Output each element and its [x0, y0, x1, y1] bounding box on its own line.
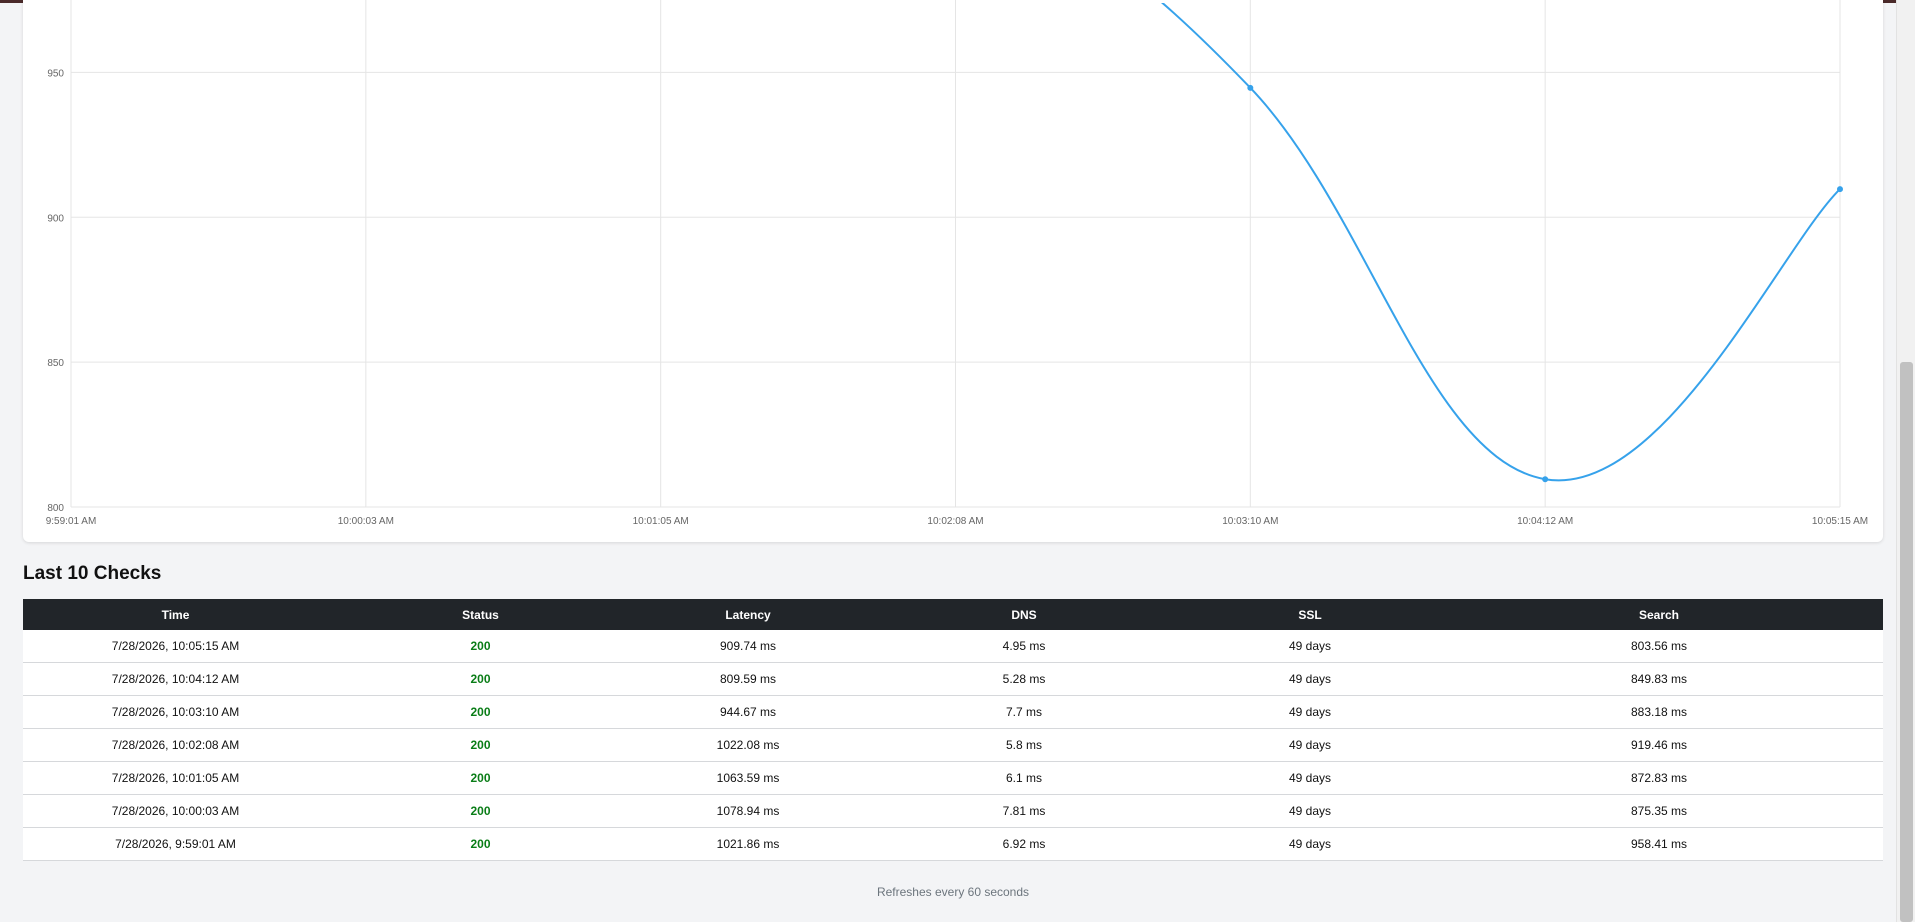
status-cell: 200	[328, 761, 633, 795]
data-point	[1542, 476, 1549, 483]
search-cell: 849.83 ms	[1435, 662, 1883, 696]
dns-cell: 5.28 ms	[863, 662, 1185, 696]
ssl-cell: 49 days	[1185, 662, 1435, 696]
y-tick-label: 800	[47, 503, 64, 514]
dns-cell: 5.8 ms	[863, 728, 1185, 762]
time-cell: 7/28/2026, 10:02:08 AM	[23, 728, 328, 762]
column-header-dns: DNS	[863, 599, 1185, 630]
latency-cell: 1063.59 ms	[633, 761, 863, 795]
y-tick-label: 850	[47, 358, 64, 369]
column-header-status: Status	[328, 599, 633, 630]
column-header-time: Time	[23, 599, 328, 630]
time-cell: 7/28/2026, 10:04:12 AM	[23, 662, 328, 696]
scrollbar-thumb[interactable]	[1900, 362, 1913, 922]
ssl-cell: 49 days	[1185, 761, 1435, 795]
column-header-search: Search	[1435, 599, 1883, 630]
table-header-row: Time Status Latency DNS SSL Search	[23, 599, 1883, 630]
ssl-cell: 49 days	[1185, 827, 1435, 861]
table-row: 7/28/2026, 10:05:15 AM 200 909.74 ms 4.9…	[23, 630, 1883, 663]
status-cell: 200	[328, 827, 633, 861]
status-cell: 200	[328, 695, 633, 729]
search-cell: 958.41 ms	[1435, 827, 1883, 861]
y-tick-label: 900	[47, 213, 64, 224]
column-header-latency: Latency	[633, 599, 863, 630]
time-cell: 7/28/2026, 10:05:15 AM	[23, 630, 328, 663]
dns-cell: 6.92 ms	[863, 827, 1185, 861]
x-tick-label: 10:05:15 AM	[1812, 516, 1868, 527]
latency-chart-card: 9:59:01 AM 10:00:03 AM 10:01:05 AM 10:02:08…	[23, 0, 1883, 542]
latency-cell: 809.59 ms	[633, 662, 863, 696]
latency-line-chart: 9:59:01 AM 10:00:03 AM 10:01:05 AM 10:02:08…	[46, 0, 1868, 527]
x-tick-label: 10:01:05 AM	[633, 516, 689, 527]
latency-cell: 909.74 ms	[633, 630, 863, 663]
data-point	[1837, 186, 1843, 193]
status-cell: 200	[328, 728, 633, 762]
refresh-note: Refreshes every 60 seconds	[876, 885, 1030, 899]
x-tick-label: 10:03:10 AM	[1222, 516, 1278, 527]
status-cell: 200	[328, 630, 633, 663]
y-tick-label: 950	[47, 68, 64, 79]
time-cell: 7/28/2026, 10:00:03 AM	[23, 794, 328, 828]
checks-table: Time Status Latency DNS SSL Search 7/28/…	[23, 599, 1883, 861]
ssl-cell: 49 days	[1185, 728, 1435, 762]
latency-cell: 944.67 ms	[633, 695, 863, 729]
search-cell: 803.56 ms	[1435, 630, 1883, 663]
vertical-scrollbar[interactable]	[1896, 0, 1915, 922]
section-title: Last 10 Checks	[23, 563, 162, 584]
data-point	[1247, 84, 1254, 91]
dns-cell: 7.81 ms	[863, 794, 1185, 828]
dns-cell: 6.1 ms	[863, 761, 1185, 795]
search-cell: 872.83 ms	[1435, 761, 1883, 795]
dns-cell: 4.95 ms	[863, 630, 1185, 663]
search-cell: 919.46 ms	[1435, 728, 1883, 762]
search-cell: 883.18 ms	[1435, 695, 1883, 729]
table-row: 7/28/2026, 10:00:03 AM 200 1078.94 ms 7.…	[23, 794, 1883, 828]
latency-cell: 1021.86 ms	[633, 827, 863, 861]
x-tick-label: 10:02:08 AM	[927, 516, 983, 527]
ssl-cell: 49 days	[1185, 794, 1435, 828]
time-cell: 7/28/2026, 9:59:01 AM	[23, 827, 328, 861]
table-row: 7/28/2026, 10:01:05 AM 200 1063.59 ms 6.…	[23, 761, 1883, 795]
x-tick-label: 10:04:12 AM	[1517, 516, 1573, 527]
search-cell: 875.35 ms	[1435, 794, 1883, 828]
x-tick-label: 9:59:01 AM	[46, 516, 97, 527]
x-tick-label: 10:00:03 AM	[338, 516, 394, 527]
time-cell: 7/28/2026, 10:03:10 AM	[23, 695, 328, 729]
latency-cell: 1022.08 ms	[633, 728, 863, 762]
table-row: 7/28/2026, 9:59:01 AM 200 1021.86 ms 6.9…	[23, 827, 1883, 861]
status-cell: 200	[328, 662, 633, 696]
ssl-cell: 49 days	[1185, 630, 1435, 663]
column-header-ssl: SSL	[1185, 599, 1435, 630]
dns-cell: 7.7 ms	[863, 695, 1185, 729]
table-row: 7/28/2026, 10:02:08 AM 200 1022.08 ms 5.…	[23, 728, 1883, 762]
status-cell: 200	[328, 794, 633, 828]
table-row: 7/28/2026, 10:03:10 AM 200 944.67 ms 7.7…	[23, 695, 1883, 729]
table-row: 7/28/2026, 10:04:12 AM 200 809.59 ms 5.2…	[23, 662, 1883, 696]
time-cell: 7/28/2026, 10:01:05 AM	[23, 761, 328, 795]
ssl-cell: 49 days	[1185, 695, 1435, 729]
latency-cell: 1078.94 ms	[633, 794, 863, 828]
